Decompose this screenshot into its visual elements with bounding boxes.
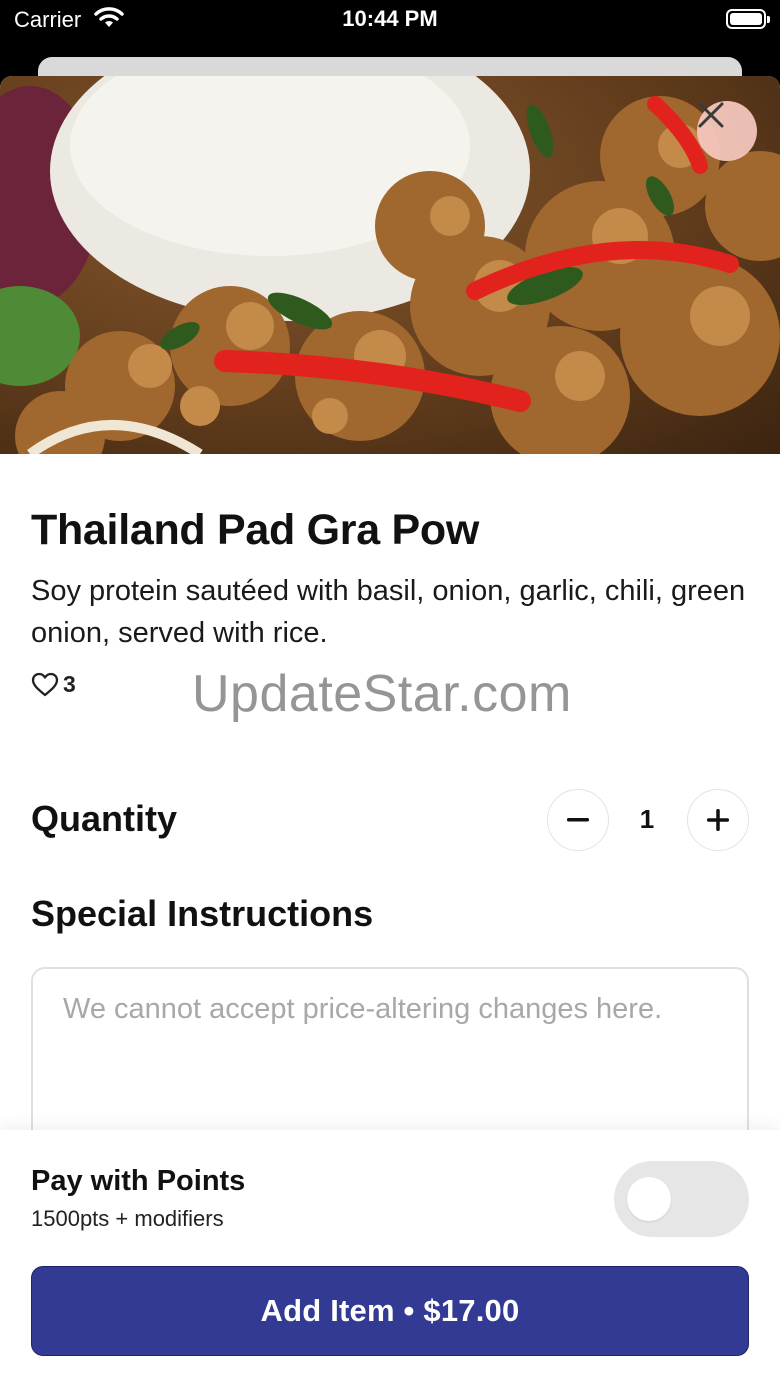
add-item-button[interactable]: Add Item • $17.00 [31,1266,749,1356]
special-instructions-label: Special Instructions [31,893,374,934]
status-bar: Carrier 10:44 PM [0,0,780,40]
watermark: UpdateStar.com [192,665,572,723]
toggle-knob [627,1177,671,1221]
item-description: Soy protein sautéed with basil, onion, g… [31,575,746,649]
heart-icon [31,672,59,696]
special-instructions-input[interactable] [63,991,663,1141]
item-title: Thailand Pad Gra Pow [31,506,479,554]
plus-icon [707,809,729,831]
pay-with-points-label: Pay with Points [31,1165,246,1197]
close-button[interactable] [697,101,757,161]
item-photo [0,76,780,454]
close-icon [698,102,724,128]
like-button[interactable]: 3 [31,671,76,698]
quantity-label: Quantity [31,798,178,839]
battery-icon [726,9,770,29]
item-sheet: Thailand Pad Gra Pow Soy protein sautéed… [0,76,780,1387]
status-time: 10:44 PM [342,6,438,31]
likes-count: 3 [63,671,76,697]
quantity-decrease-button[interactable] [547,789,609,851]
pay-with-points-toggle[interactable] [614,1161,749,1237]
points-cost: 1500pts + modifiers [31,1206,224,1231]
bottom-panel: Pay with Points 1500pts + modifiers Add … [0,1130,780,1387]
minus-icon [567,818,589,822]
quantity-increase-button[interactable] [687,789,749,851]
quantity-value: 1 [639,804,655,834]
